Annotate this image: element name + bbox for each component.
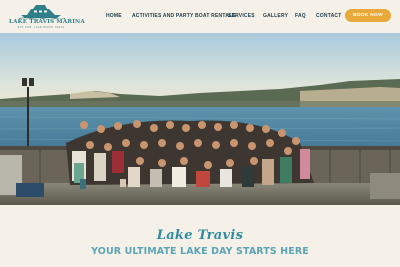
- site-logo[interactable]: LAKE TRAVIS MARINA EST. 1989 · LAKE TRAV…: [9, 3, 85, 30]
- brand-name: LAKE TRAVIS MARINA: [9, 19, 85, 25]
- group-photo-image: [0, 33, 400, 205]
- book-now-button[interactable]: BOOK NOW: [345, 9, 391, 22]
- brand-tagline: EST. 1989 · LAKE TRAVIS, TEXAS: [17, 26, 65, 29]
- boat-logo-icon: [18, 5, 65, 19]
- nav-home[interactable]: HOME: [106, 13, 122, 19]
- nav-contact[interactable]: CONTACT: [316, 13, 341, 19]
- nav-faq[interactable]: FAQ: [295, 13, 306, 19]
- hero-photo: [0, 33, 400, 205]
- site-header: LAKE TRAVIS MARINA EST. 1989 · LAKE TRAV…: [0, 0, 400, 33]
- nav-gallery[interactable]: GALLERY: [263, 13, 288, 19]
- nav-activities[interactable]: ACTIVITIES AND PARTY BOAT RENTALS: [132, 13, 236, 19]
- nav-services[interactable]: SERVICES: [228, 13, 255, 19]
- section-script-title: Lake Travis: [156, 228, 244, 243]
- section-tagline: YOUR ULTIMATE LAKE DAY STARTS HERE: [91, 246, 309, 257]
